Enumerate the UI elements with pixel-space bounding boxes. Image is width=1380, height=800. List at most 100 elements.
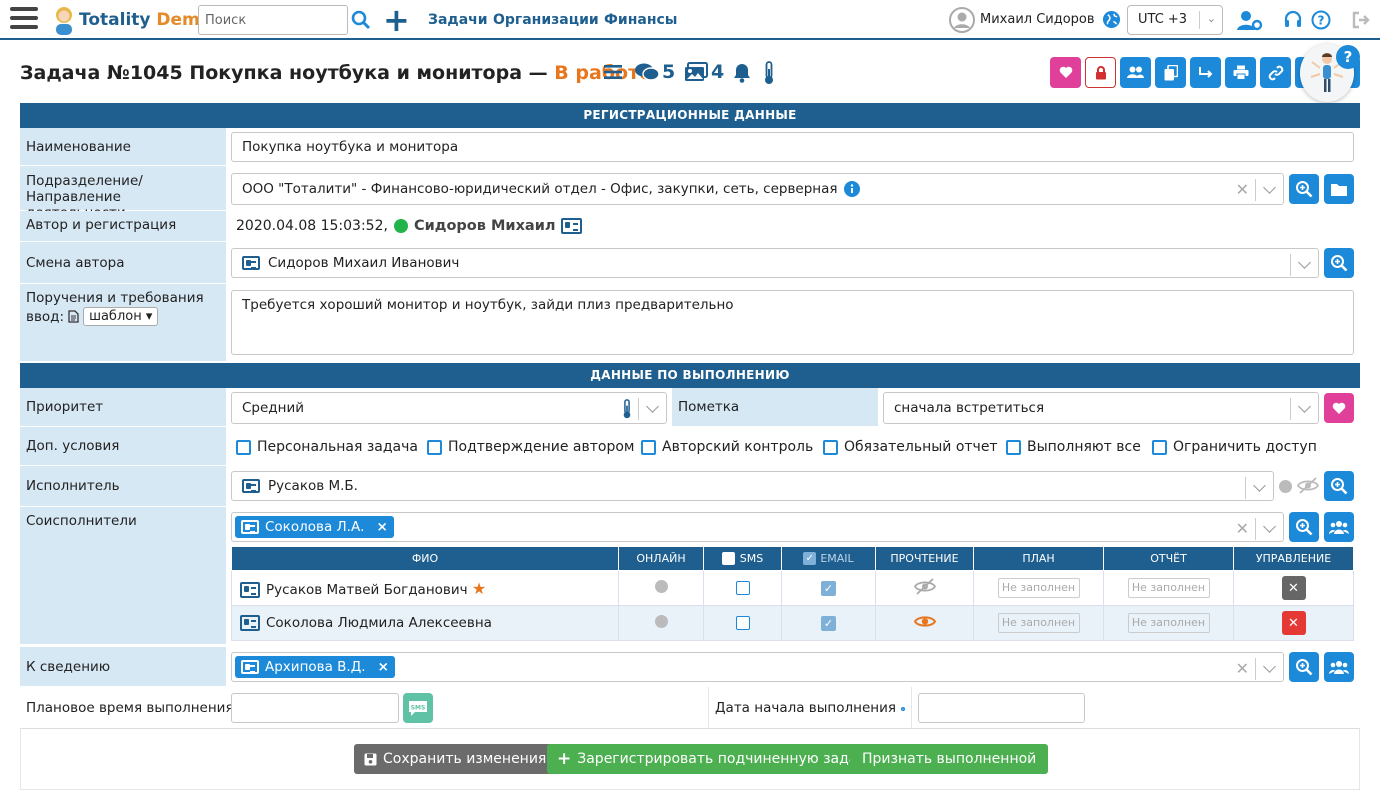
checkbox[interactable]: [427, 439, 442, 455]
print-button[interactable]: [1225, 57, 1256, 88]
eye-off-icon[interactable]: [1297, 477, 1319, 494]
checkbox-checked[interactable]: ✓: [803, 552, 817, 566]
info-icon[interactable]: [843, 181, 860, 197]
chevron-down-icon[interactable]: [646, 400, 659, 413]
logo[interactable]: Totality Demo: [79, 10, 211, 30]
chevron-down-icon[interactable]: [1253, 479, 1266, 492]
logout-icon[interactable]: [1351, 10, 1371, 30]
save-button[interactable]: Сохранить изменения: [354, 744, 557, 774]
user-name[interactable]: Михаил Сидоров: [980, 12, 1095, 27]
search-input[interactable]: [198, 5, 348, 35]
info-icon[interactable]: [900, 702, 905, 716]
checkbox[interactable]: [721, 552, 735, 566]
register-subtask-button[interactable]: + Зарегистрировать подчиненную задачу: [547, 744, 884, 774]
col-sms[interactable]: SMS: [703, 546, 782, 571]
mark-complete-button[interactable]: Признать выполненной: [850, 744, 1049, 774]
remove-button[interactable]: ✕: [1281, 611, 1306, 635]
info-select[interactable]: Архипова В.Д. × ✕: [231, 652, 1284, 682]
change-author-select[interactable]: Сидоров Михаил Иванович: [231, 248, 1319, 278]
contact-card-icon[interactable]: [240, 581, 260, 598]
chevron-down-icon[interactable]: [1298, 400, 1311, 413]
nav-finances[interactable]: Финансы: [604, 12, 677, 28]
dept-select[interactable]: ООО "Тоталити" - Финансово-юридический о…: [231, 173, 1284, 205]
document-icon[interactable]: [68, 310, 79, 323]
priority-select[interactable]: Средний: [231, 392, 667, 424]
checkbox[interactable]: [823, 439, 838, 455]
planned-time-input[interactable]: [231, 693, 399, 723]
report-cell[interactable]: Не заполнен: [1103, 605, 1234, 641]
participants-button[interactable]: [1120, 57, 1151, 88]
checkbox[interactable]: [735, 581, 750, 595]
chevron-down-icon[interactable]: [1263, 181, 1276, 194]
clear-icon[interactable]: ✕: [1236, 519, 1249, 538]
coexecutor-chip[interactable]: Соколова Л.А. ×: [235, 516, 394, 538]
headset-icon[interactable]: [1283, 10, 1303, 30]
change-author-search-button[interactable]: [1324, 248, 1354, 278]
checkbox-author-control[interactable]: Авторский контроль: [641, 439, 813, 455]
link-button[interactable]: [1260, 57, 1291, 88]
plan-cell[interactable]: Не заполнен: [973, 570, 1104, 606]
search-icon[interactable]: [351, 10, 371, 30]
nav-organizations[interactable]: Организации: [493, 12, 599, 28]
favorite-button[interactable]: [1050, 57, 1081, 88]
coexecutors-group-button[interactable]: [1324, 512, 1354, 542]
menu-icon[interactable]: [10, 7, 38, 33]
bell-icon[interactable]: [733, 63, 751, 83]
eye-off-icon[interactable]: [913, 577, 936, 595]
sms-cell[interactable]: [703, 605, 782, 641]
chevron-down-icon[interactable]: [1263, 660, 1276, 673]
copy-button[interactable]: [1155, 57, 1186, 88]
checkbox-personal-task[interactable]: Персональная задача: [236, 439, 418, 455]
dept-search-button[interactable]: [1289, 174, 1319, 204]
coexecutors-search-button[interactable]: [1289, 512, 1319, 542]
checkbox[interactable]: [236, 439, 251, 455]
executor-search-button[interactable]: [1324, 471, 1354, 501]
checkbox[interactable]: [641, 439, 656, 455]
checkbox-restrict-access[interactable]: Ограничить доступ: [1152, 439, 1317, 455]
checkbox-required-report[interactable]: Обязательный отчет: [823, 439, 998, 455]
contact-card-icon[interactable]: [240, 615, 260, 631]
remove-chip-icon[interactable]: ×: [376, 519, 387, 535]
sms-button[interactable]: SMS: [403, 693, 433, 723]
info-chip[interactable]: Архипова В.Д. ×: [235, 656, 395, 678]
help-bubble-icon[interactable]: ?: [1336, 45, 1360, 69]
checkbox-checked[interactable]: ✓: [821, 581, 836, 596]
globe-icon[interactable]: [1102, 10, 1121, 29]
user-settings-icon[interactable]: [1237, 10, 1263, 32]
sms-cell[interactable]: [703, 570, 782, 606]
report-cell[interactable]: Не заполнен: [1103, 570, 1234, 606]
start-date-input[interactable]: [918, 693, 1085, 723]
comments-icon[interactable]: [635, 63, 659, 81]
thermometer-icon[interactable]: [763, 61, 775, 85]
dept-folder-button[interactable]: [1324, 174, 1354, 204]
eye-icon[interactable]: [913, 614, 936, 629]
remove-chip-icon[interactable]: ×: [378, 659, 389, 675]
user-avatar-icon[interactable]: [949, 7, 975, 33]
list-icon[interactable]: [604, 64, 622, 80]
executor-select[interactable]: Русаков М.Б.: [231, 471, 1274, 501]
manage-cell[interactable]: ✕: [1233, 570, 1354, 606]
name-field[interactable]: Покупка ноутбука и монитора: [231, 132, 1354, 162]
chevron-down-icon[interactable]: [1263, 520, 1276, 533]
email-cell[interactable]: ✓: [781, 605, 876, 641]
timezone-select[interactable]: UTC +3 ⌄: [1127, 5, 1223, 35]
plan-cell[interactable]: Не заполнен: [973, 605, 1104, 641]
images-icon[interactable]: [684, 62, 708, 82]
nav-tasks[interactable]: Задачи: [428, 12, 488, 28]
checkbox[interactable]: [1152, 439, 1167, 455]
info-group-button[interactable]: [1324, 652, 1354, 682]
add-icon[interactable]: +: [383, 4, 410, 36]
manage-cell[interactable]: ✕: [1233, 605, 1354, 641]
instructions-textarea[interactable]: Требуется хороший монитор и ноутбук, зай…: [231, 290, 1354, 355]
mark-heart-button[interactable]: [1324, 393, 1354, 423]
mark-select[interactable]: сначала встретиться: [883, 392, 1319, 424]
checkbox-author-confirm[interactable]: Подтверждение автором: [427, 439, 634, 455]
read-cell[interactable]: [875, 570, 974, 606]
coexecutors-select[interactable]: Соколова Л.А. × ✕: [231, 512, 1284, 542]
checkbox-all-execute[interactable]: Выполняют все: [1006, 439, 1141, 455]
email-cell[interactable]: ✓: [781, 570, 876, 606]
chevron-down-icon[interactable]: [1298, 256, 1311, 269]
clear-icon[interactable]: ✕: [1236, 180, 1249, 199]
clear-icon[interactable]: ✕: [1236, 659, 1249, 678]
help-icon[interactable]: ?: [1311, 10, 1331, 30]
